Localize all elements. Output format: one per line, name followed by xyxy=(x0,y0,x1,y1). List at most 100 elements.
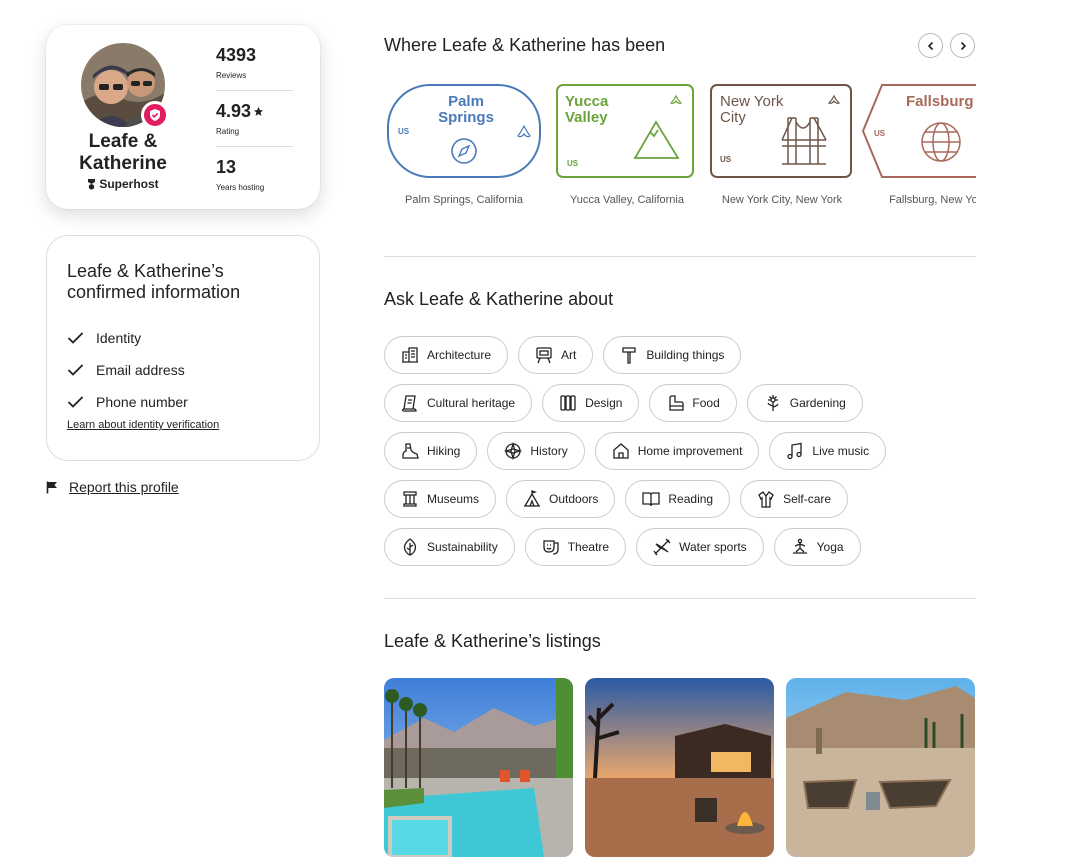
confirmed-item-label: Phone number xyxy=(96,394,188,410)
swatches-icon xyxy=(560,395,576,411)
chip-architecture[interactable]: Architecture xyxy=(384,336,509,374)
hammer-icon xyxy=(622,347,637,364)
listings-section-title: Leafe & Katherine’s listings xyxy=(384,631,601,651)
confirmed-item-label: Identity xyxy=(96,330,142,346)
report-profile-link[interactable]: Report this profile xyxy=(46,479,179,495)
stamp-country: US xyxy=(720,155,732,164)
house-icon xyxy=(613,443,629,459)
chip-water-sports[interactable]: Water sports xyxy=(636,528,764,566)
chip-building-things[interactable]: Building things xyxy=(603,336,742,374)
checkmark-icon xyxy=(67,396,84,408)
chip-label: Sustainability xyxy=(427,540,498,554)
travel-stamp-new-york-city[interactable]: New York City US New York City, New York xyxy=(702,82,862,206)
star-icon xyxy=(253,106,264,116)
chip-label: Home improvement xyxy=(637,444,743,458)
chip-label: Museums xyxy=(427,492,480,506)
stamp-place-line2: Valley xyxy=(565,109,608,126)
confirmed-info-list: Identity Email address Phone number xyxy=(67,322,188,418)
travel-stamps-carousel: Palm Springs US Palm Springs, California… xyxy=(384,82,976,214)
stamp-caption: Yucca Valley, California xyxy=(570,194,684,206)
chip-label: Theatre xyxy=(567,540,610,554)
chip-label: Yoga xyxy=(816,540,844,554)
chip-label: Live music xyxy=(812,444,870,458)
column-icon xyxy=(403,491,417,507)
chip-art[interactable]: Art xyxy=(518,336,594,374)
chip-hiking[interactable]: Hiking xyxy=(384,432,478,470)
chip-outdoors[interactable]: Outdoors xyxy=(506,480,616,518)
flower-icon xyxy=(767,395,779,411)
confirmed-info-card: Leafe & Katherine’s confirmed informatio… xyxy=(46,235,320,461)
chip-reading[interactable]: Reading xyxy=(625,480,731,518)
chip-food[interactable]: Food xyxy=(649,384,737,422)
robe-icon xyxy=(758,491,774,508)
chip-museums[interactable]: Museums xyxy=(384,480,497,518)
list-item: Email address xyxy=(67,354,188,386)
list-item: Phone number xyxy=(67,386,188,418)
kayak-icon xyxy=(653,538,671,556)
chip-design[interactable]: Design xyxy=(542,384,640,422)
stat-years: 13 Years hosting xyxy=(216,155,293,202)
carousel-prev-button[interactable] xyxy=(918,33,943,58)
interests-section-title: Ask Leafe & Katherine about xyxy=(384,289,614,309)
stamp-country: US xyxy=(567,159,579,168)
chip-label: Architecture xyxy=(427,348,492,362)
host-name: Leafe & Katherine xyxy=(79,131,167,174)
travel-stamp-palm-springs[interactable]: Palm Springs US Palm Springs, California xyxy=(384,82,544,206)
stat-value: 4.93 xyxy=(216,101,252,121)
learn-identity-verification-link[interactable]: Learn about identity verification xyxy=(67,419,219,431)
mask-icon xyxy=(543,540,559,555)
chip-row: Cultural heritage Design Food Gardening xyxy=(384,384,984,422)
book-icon xyxy=(642,492,661,507)
list-item: Identity xyxy=(67,322,188,354)
chip-home-improvement[interactable]: Home improvement xyxy=(594,432,760,470)
stamp-country: US xyxy=(874,129,886,138)
chip-label: Self-care xyxy=(783,492,832,506)
verified-shield-icon xyxy=(141,101,169,129)
stat-rating: 4.93 Rating xyxy=(216,99,293,147)
stat-label: Rating xyxy=(216,127,240,136)
chip-label: Outdoors xyxy=(549,492,599,506)
chip-gardening[interactable]: Gardening xyxy=(746,384,863,422)
listing-photo[interactable] xyxy=(786,678,975,857)
carousel-next-button[interactable] xyxy=(950,33,975,58)
listing-photo[interactable] xyxy=(585,678,774,857)
interest-chips: Architecture Art Building things Cultura… xyxy=(384,336,984,576)
chip-theatre[interactable]: Theatre xyxy=(524,528,627,566)
confirmed-item-label: Email address xyxy=(96,362,185,378)
chip-row: Sustainability Theatre Water sports Yoga xyxy=(384,528,984,566)
host-stats: 4393 Reviews 4.93 Rating 13 Years hostin… xyxy=(216,43,293,210)
chip-yoga[interactable]: Yoga xyxy=(773,528,861,566)
stamp-place-line1: Palm xyxy=(448,93,484,110)
stamp-place-line2: Springs xyxy=(438,109,494,126)
listings-row xyxy=(384,678,976,858)
section-divider xyxy=(384,256,976,257)
section-divider xyxy=(384,598,976,599)
flag-icon xyxy=(46,481,57,493)
easel-icon xyxy=(536,347,552,364)
chip-live-music[interactable]: Live music xyxy=(769,432,887,470)
hiking-boot-icon xyxy=(402,443,419,459)
chip-label: Design xyxy=(585,396,623,410)
listing-photo[interactable] xyxy=(384,678,573,857)
chip-self-care[interactable]: Self-care xyxy=(740,480,849,518)
stat-value-row: 4.93 xyxy=(216,101,293,122)
stamp-caption: New York City, New York xyxy=(721,194,843,206)
scroll-icon xyxy=(402,395,417,412)
chip-label: Water sports xyxy=(679,540,747,554)
chip-sustainability[interactable]: Sustainability xyxy=(384,528,515,566)
chip-cultural-heritage[interactable]: Cultural heritage xyxy=(384,384,533,422)
travel-stamp-fallsburg[interactable]: Fallsburg US Fallsburg, New York xyxy=(858,82,976,206)
stamp-country: US xyxy=(398,127,410,136)
checkmark-icon xyxy=(67,364,84,376)
superhost-badge: Superhost xyxy=(60,177,186,191)
building-icon xyxy=(402,347,418,363)
yoga-icon xyxy=(792,538,807,554)
chip-label: History xyxy=(530,444,568,458)
chip-label: Building things xyxy=(646,348,725,362)
superhost-label: Superhost xyxy=(99,177,159,191)
stat-value: 13 xyxy=(216,157,237,177)
stamp-place-line1: Yucca xyxy=(565,93,609,110)
chip-label: Gardening xyxy=(789,396,846,410)
travel-stamp-yucca-valley[interactable]: Yucca Valley US Yucca Valley, California xyxy=(547,82,707,206)
chip-history[interactable]: History xyxy=(487,432,585,470)
